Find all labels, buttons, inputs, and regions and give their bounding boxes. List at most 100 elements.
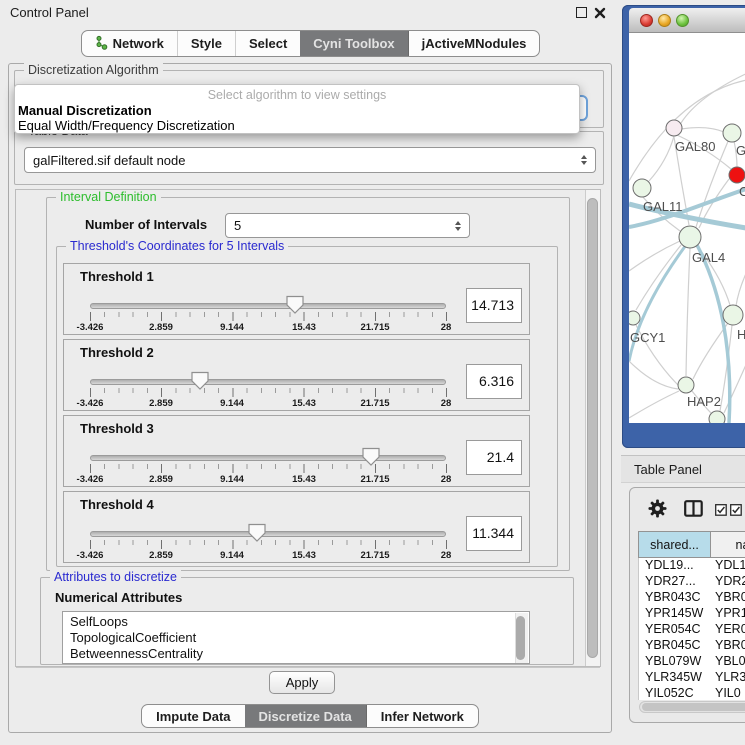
threshold-2-value-field[interactable]: 6.316 [466, 364, 522, 399]
gear-icon[interactable] [648, 499, 667, 523]
threshold-1-slider[interactable] [90, 303, 446, 309]
network-node[interactable] [729, 167, 745, 183]
threshold-1-panel: Threshold 1 -3.426 2.859 9.144 15.43 21.… [63, 263, 530, 335]
vertical-scrollbar-thumb[interactable] [587, 198, 598, 658]
list-item-selfloops[interactable]: SelfLoops [63, 612, 529, 628]
table-row[interactable]: YBL079WYBL0 [639, 654, 745, 670]
threshold-4-slider-thumb[interactable] [247, 523, 267, 543]
table-cell: YBL0 [712, 654, 745, 670]
tick-label: 15.43 [292, 322, 316, 333]
table-cell: YIL0 [712, 686, 745, 700]
network-node[interactable] [633, 179, 651, 197]
threshold-4-slider[interactable] [90, 531, 446, 537]
horizontal-scrollbar-thumb[interactable] [642, 703, 745, 711]
tab-select[interactable]: Select [236, 31, 300, 56]
node-attribute-table: shared... na YDL19...YDL1YDR27...YDR2YBR… [638, 531, 745, 700]
threshold-3-slider[interactable] [90, 455, 446, 461]
list-item-betweennesscentrality[interactable]: BetweennessCentrality [63, 644, 529, 660]
table-row[interactable]: YPR145WYPR1 [639, 606, 745, 622]
tab-jactivemnodules-label: jActiveMNodules [422, 36, 527, 51]
column-header-shared-name[interactable]: shared... [638, 531, 711, 558]
float-icon[interactable] [576, 7, 587, 18]
network-node[interactable] [666, 120, 682, 136]
network-node[interactable] [723, 305, 743, 325]
table-header-row: shared... na [638, 531, 745, 558]
table-cell: YER0 [712, 622, 745, 638]
network-node[interactable] [629, 311, 640, 325]
table-row[interactable]: YBR045CYBR0 [639, 638, 745, 654]
table-row[interactable]: YDR27...YDR2 [639, 574, 745, 590]
tab-impute-data-label: Impute Data [156, 709, 230, 724]
zoom-traffic-light-icon[interactable] [676, 14, 689, 27]
spinner-arrows-icon [581, 155, 587, 165]
table-row[interactable]: YIL052CYIL0 [639, 686, 745, 700]
network-icon [95, 35, 108, 53]
network-window[interactable]: GAL80GACGAL11GAL4GCY1HHAP2 [622, 5, 745, 448]
tick-label: -3.426 [77, 398, 104, 409]
tick-label: 9.144 [220, 474, 244, 485]
list-scrollbar[interactable] [515, 613, 528, 663]
apply-button[interactable]: Apply [269, 671, 335, 694]
tick-label: 28 [441, 550, 452, 561]
tick-label: 2.859 [149, 398, 173, 409]
horizontal-scrollbar[interactable] [639, 701, 745, 713]
list-scrollbar-thumb[interactable] [516, 616, 525, 660]
tab-discretize-data-label: Discretize Data [259, 709, 352, 724]
tab-style-label: Style [191, 36, 222, 51]
threshold-3-label: Threshold 3 [80, 421, 154, 436]
list-item-topologicalcoefficient[interactable]: TopologicalCoefficient [63, 628, 529, 644]
threshold-1-slider-thumb[interactable] [285, 295, 305, 315]
table-cell: YLR345W [639, 670, 712, 686]
close-icon[interactable] [594, 6, 606, 24]
threshold-4-value-field[interactable]: 11.344 [466, 516, 522, 551]
network-nodes[interactable]: GAL80GACGAL11GAL4GCY1HHAP2 [629, 120, 745, 423]
spinner-arrows-icon [455, 221, 461, 231]
dropdown-option-manual-discretization[interactable]: Manual Discretization [18, 103, 152, 118]
tab-discretize-data[interactable]: Discretize Data [245, 705, 367, 727]
tab-network[interactable]: Network [82, 31, 178, 56]
checkbox-checked-icon[interactable] [715, 503, 727, 521]
control-panel-title: Control Panel [10, 5, 89, 20]
threshold-2-slider[interactable] [90, 379, 446, 385]
tick-label: -3.426 [77, 474, 104, 485]
table-cell: YDL1 [712, 558, 745, 574]
threshold-2-slider-thumb[interactable] [190, 371, 210, 391]
network-node[interactable] [709, 411, 725, 423]
table-cell: YDR27... [639, 574, 712, 590]
number-of-intervals-combobox[interactable]: 5 [225, 213, 470, 238]
network-node[interactable] [678, 377, 694, 393]
node-label: GAL80 [675, 139, 715, 154]
network-node[interactable] [679, 226, 701, 248]
table-row[interactable]: YLR345WYLR3 [639, 670, 745, 686]
checkbox-checked-icon[interactable] [730, 503, 742, 521]
split-view-icon[interactable] [684, 500, 703, 522]
table-data-combobox[interactable]: galFiltered.sif default node [24, 147, 596, 173]
table-row[interactable]: YBR043CYBR0 [639, 590, 745, 606]
table-cell: YDL19... [639, 558, 712, 574]
tab-infer-network[interactable]: Infer Network [367, 705, 478, 727]
tab-impute-data[interactable]: Impute Data [142, 705, 244, 727]
node-label: GAL4 [692, 250, 725, 265]
tab-cyni-toolbox[interactable]: Cyni Toolbox [300, 31, 408, 56]
threshold-2-label: Threshold 2 [80, 345, 154, 360]
table-row[interactable]: YDL19...YDL1 [639, 558, 745, 574]
tab-style[interactable]: Style [178, 31, 236, 56]
minimize-traffic-light-icon[interactable] [658, 14, 671, 27]
network-canvas[interactable]: GAL80GACGAL11GAL4GCY1HHAP2 [629, 33, 745, 423]
control-panel-titlebar: Control Panel [0, 0, 621, 24]
tick-label: 21.715 [360, 550, 389, 561]
tab-jactivemnodules[interactable]: jActiveMNodules [409, 31, 540, 56]
network-window-titlebar[interactable] [629, 8, 745, 33]
threshold-3-value-field[interactable]: 21.4 [466, 440, 522, 475]
threshold-3-slider-thumb[interactable] [361, 447, 381, 467]
threshold-1-value-field[interactable]: 14.713 [466, 288, 522, 323]
network-node[interactable] [723, 124, 741, 142]
column-header-name[interactable]: na [711, 531, 745, 558]
threshold-4-label: Threshold 4 [80, 497, 154, 512]
tick-label: 15.43 [292, 398, 316, 409]
close-traffic-light-icon[interactable] [640, 14, 653, 27]
tick-label: -3.426 [77, 550, 104, 561]
interval-definition-legend: Interval Definition [56, 190, 161, 204]
dropdown-option-equal-width[interactable]: Equal Width/Frequency Discretization [18, 118, 235, 133]
table-row[interactable]: YER054CYER0 [639, 622, 745, 638]
